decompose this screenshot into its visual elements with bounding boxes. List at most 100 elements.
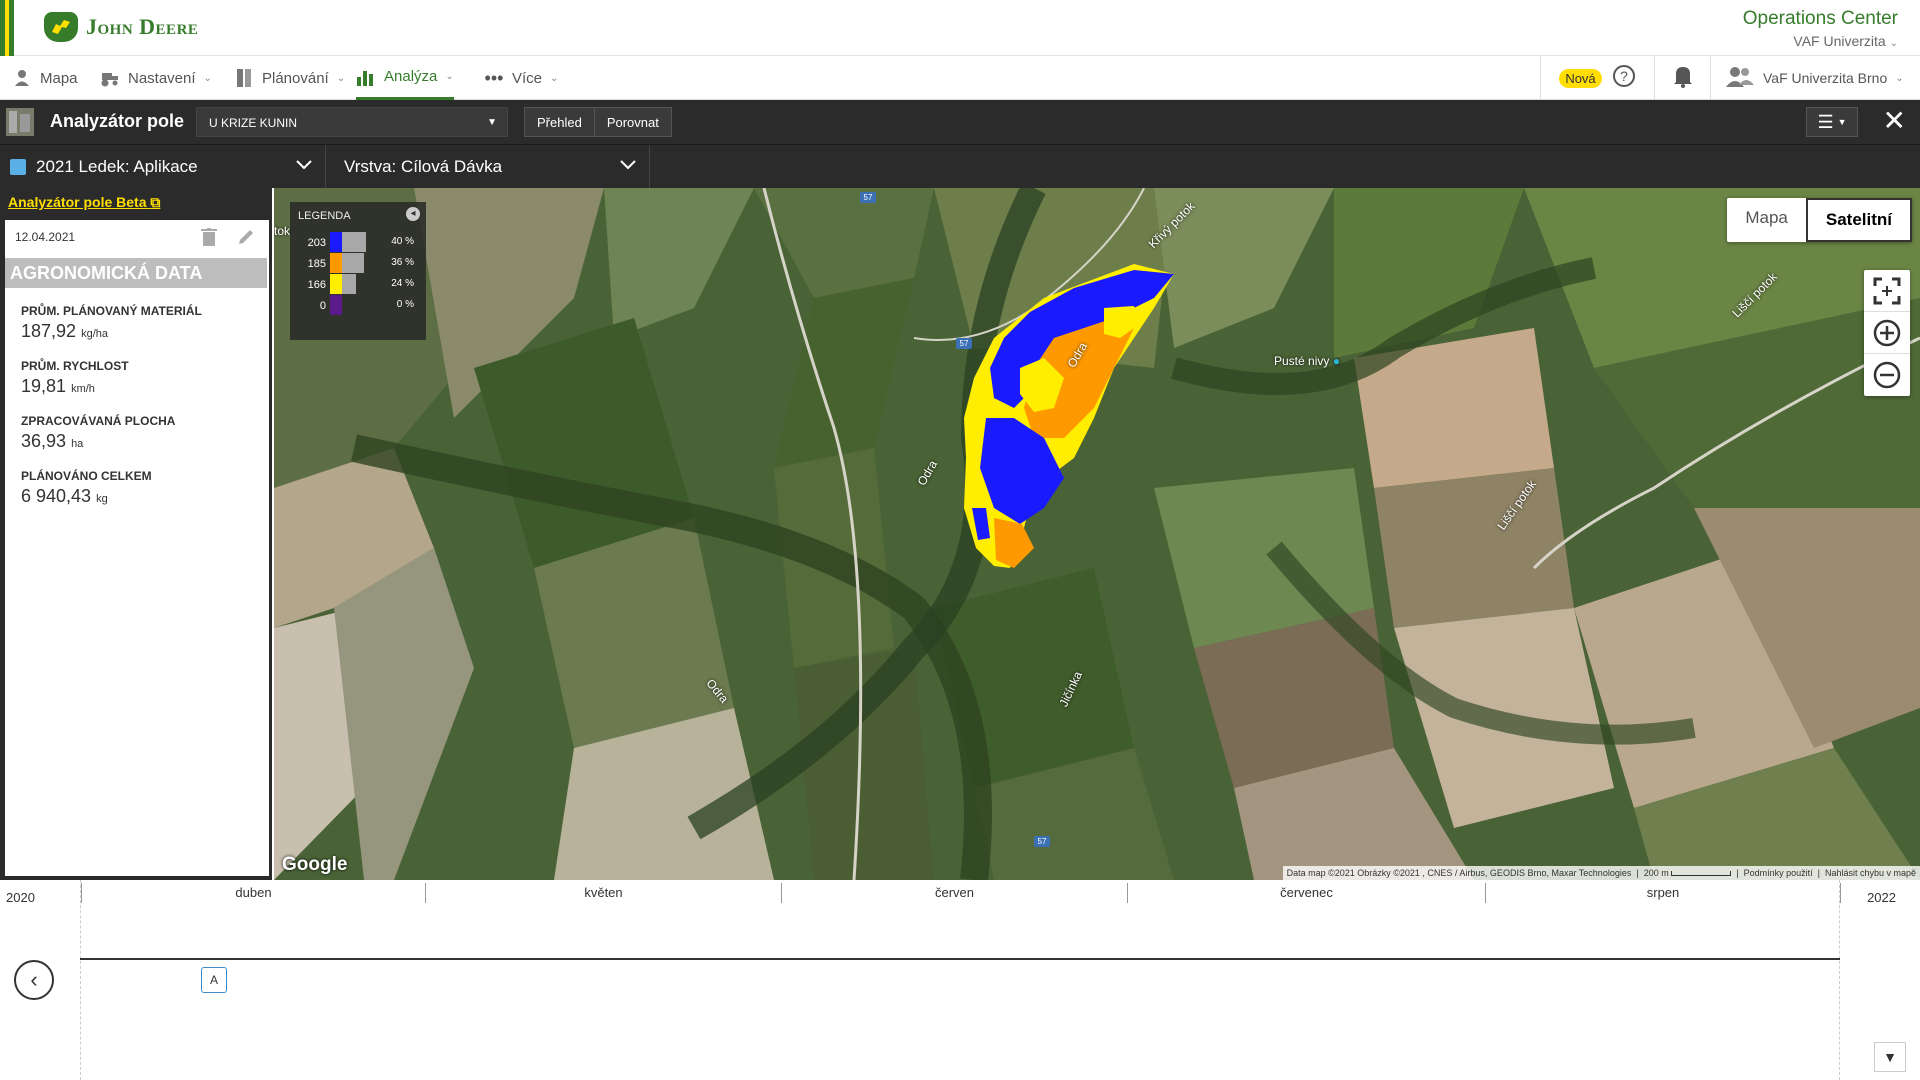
timeline-axis: [80, 958, 1840, 960]
field-select-value: U KRIZE KUNIN: [209, 116, 298, 130]
scale-line: [1671, 871, 1732, 877]
operations-center[interactable]: Operations Center VAF Univerzita ⌄: [1743, 8, 1898, 49]
operation-select[interactable]: 2021 Ledek: Aplikace: [0, 145, 326, 189]
map-label: tok: [274, 224, 291, 238]
google-logo: Google: [282, 854, 348, 875]
main-nav: Mapa Nastavení ⌄ Plánování ⌄ Analýza ⌄ •…: [0, 56, 1920, 100]
external-link-icon: ⧉: [150, 194, 161, 210]
legend-bar: [342, 232, 366, 252]
timeline-operation-marker[interactable]: A: [201, 967, 227, 993]
layer-select-value: Vrstva: Cílová Dávka: [344, 157, 503, 176]
metric-label: ZPRACOVÁVANÁ PLOCHA: [21, 414, 176, 428]
zoom-in-icon[interactable]: [1864, 312, 1910, 354]
trash-icon[interactable]: [201, 228, 217, 251]
map-type-satellite[interactable]: Satelitní: [1805, 198, 1912, 242]
legend-swatch: [330, 232, 342, 252]
layer-selectors: 2021 Ledek: Aplikace Vrstva: Cílová Dávk…: [0, 144, 1920, 189]
metric-label: PRŮM. RYCHLOST: [21, 359, 129, 373]
menu-button[interactable]: ☰ ▼: [1806, 107, 1858, 137]
brand-accent-stripe: [0, 0, 14, 56]
collapse-icon[interactable]: ◂: [406, 207, 420, 221]
agronomic-panel: Analyzátor pole Beta ⧉ 12.04.2021 AGRONO…: [0, 188, 272, 880]
chevron-left-icon[interactable]: ‹: [14, 960, 54, 1000]
legend-row: 203 40 %: [290, 232, 426, 252]
account-name: VaF Univerzita Brno: [1763, 70, 1888, 86]
operation-select-value: 2021 Ledek: Aplikace: [36, 157, 198, 176]
layer-select[interactable]: Vrstva: Cílová Dávka: [326, 145, 650, 189]
scale-bar[interactable]: 200 m: [1644, 868, 1669, 878]
legend-value: 203: [307, 237, 326, 249]
notifications-button[interactable]: [1654, 56, 1710, 100]
brand-name: John Deere: [86, 14, 199, 39]
metric-avg-speed: PRŮM. RYCHLOST 19,81 km/h: [21, 359, 129, 397]
close-icon[interactable]: ✕: [1883, 106, 1906, 136]
legend-percent: 36 %: [391, 257, 414, 268]
caret-down-icon[interactable]: ▼: [1874, 1042, 1906, 1072]
zoom-out-icon[interactable]: [1864, 354, 1910, 396]
field-select[interactable]: U KRIZE KUNIN ▼: [196, 107, 508, 137]
timeline-month: červenec: [1127, 883, 1485, 903]
bar-chart-icon: [356, 67, 376, 87]
camera-pin-icon: ●: [1332, 354, 1340, 368]
place-label[interactable]: Pusté nivy ●: [1274, 354, 1340, 368]
legend-value: 185: [307, 258, 326, 270]
nav-item-planovani[interactable]: Plánování ⌄: [234, 56, 345, 100]
timeline-end-year: 2022: [1867, 890, 1896, 905]
page-title: Analyzátor pole: [50, 111, 185, 131]
legend-row: 166 24 %: [290, 274, 426, 294]
operation-color-swatch: [10, 159, 26, 175]
product-name: Operations Center: [1742, 8, 1898, 29]
deere-logo-icon: [44, 12, 78, 42]
legend-swatch: [330, 253, 342, 273]
help-icon[interactable]: ?: [1612, 64, 1636, 93]
legend-row: 0 0 %: [290, 295, 426, 315]
new-features[interactable]: Nová ?: [1540, 56, 1654, 100]
metric-label: PRŮM. PLÁNOVANÝ MATERIÁL: [21, 304, 202, 318]
metric-unit: ha: [71, 438, 84, 450]
map-attribution: Data map ©2021 Obrázky ©2021 , CNES / Ai…: [1282, 866, 1920, 880]
top-bar: John Deere Operations Center VAF Univerz…: [0, 0, 1920, 56]
map-type-mapa[interactable]: Mapa: [1727, 198, 1806, 242]
account-menu[interactable]: VaF Univerzita Brno ⌄: [1710, 56, 1920, 100]
view-toggle: Přehled Porovnat: [524, 107, 672, 137]
users-icon: [1725, 65, 1755, 92]
satellite-map[interactable]: LEGENDA ◂ 203 40 % 185 36 % 166 24 % 0 0…: [274, 188, 1920, 880]
new-badge[interactable]: Nová: [1559, 68, 1602, 88]
report-error-link[interactable]: Nahlásit chybu v mapě: [1825, 868, 1916, 878]
fullscreen-icon[interactable]: [1864, 270, 1910, 312]
tab-prehled[interactable]: Přehled: [525, 108, 594, 136]
chevron-down-icon: [619, 155, 637, 178]
metric-number: 187,92: [21, 321, 77, 341]
legend-swatch: [330, 274, 342, 294]
brand-logo[interactable]: John Deere: [44, 12, 198, 42]
org-switcher[interactable]: VAF Univerzita ⌄: [1743, 33, 1898, 49]
timeline-month: červen: [781, 883, 1127, 903]
road-number: 57: [1034, 836, 1050, 847]
nav-item-mapa[interactable]: Mapa: [12, 56, 78, 100]
terms-link[interactable]: Podmínky použití: [1744, 868, 1813, 878]
metric-planned-total: PLÁNOVÁNO CELKEM 6 940,43 kg: [21, 469, 152, 507]
legend-value: 0: [319, 300, 326, 312]
attribution-text: Data map ©2021 Obrázky ©2021 , CNES / Ai…: [1286, 868, 1632, 878]
metric-value: 6 940,43 kg: [21, 486, 152, 507]
nav-item-analyza[interactable]: Analýza ⌄: [356, 56, 454, 100]
more-dots-icon: •••: [484, 67, 504, 88]
legend-percent: 0 %: [396, 299, 414, 310]
nav-item-label: Plánování: [262, 69, 329, 87]
beta-link[interactable]: Analyzátor pole Beta ⧉: [8, 194, 160, 211]
metric-number: 36,93: [21, 431, 67, 451]
metric-unit: km/h: [71, 383, 95, 395]
timeline-start-year: 2020: [6, 890, 35, 905]
metric-value: 19,81 km/h: [21, 376, 129, 397]
timeline-month: srpen: [1485, 883, 1841, 903]
metric-unit: kg/ha: [81, 328, 108, 340]
hamburger-icon: ☰: [1817, 111, 1834, 132]
field-thumbnail-icon: [6, 108, 34, 136]
nav-item-nastaveni[interactable]: Nastavení ⌄: [100, 56, 212, 100]
timeline-month: květen: [425, 883, 781, 903]
legend-row: 185 36 %: [290, 253, 426, 273]
nav-item-vice[interactable]: ••• Více ⌄: [484, 56, 559, 100]
timeline-track[interactable]: duben květen červen červenec srpen: [80, 880, 1841, 1080]
edit-pencil-icon[interactable]: [237, 228, 255, 251]
tab-porovnat[interactable]: Porovnat: [593, 108, 671, 136]
